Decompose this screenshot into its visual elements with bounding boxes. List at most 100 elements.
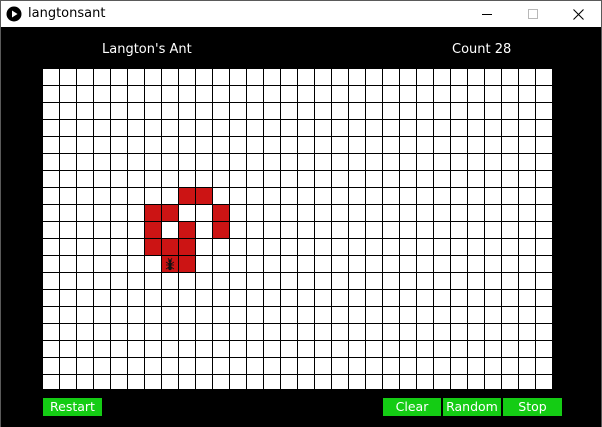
grid-cell[interactable]: [450, 340, 468, 358]
grid-cell[interactable]: [535, 374, 553, 390]
grid-cell[interactable]: [59, 289, 77, 307]
grid-cell[interactable]: [59, 255, 77, 273]
grid-cell[interactable]: [467, 68, 485, 86]
grid-cell[interactable]: [331, 340, 349, 358]
grid-cell[interactable]: [450, 238, 468, 256]
grid-cell[interactable]: [59, 323, 77, 341]
filled-cell[interactable]: [144, 221, 162, 239]
grid-cell[interactable]: [535, 85, 553, 103]
grid-cell[interactable]: [501, 272, 519, 290]
grid-cell[interactable]: [263, 102, 281, 120]
grid-cell[interactable]: [467, 204, 485, 222]
grid-cell[interactable]: [59, 340, 77, 358]
grid-cell[interactable]: [42, 170, 60, 188]
ant-grid[interactable]: [41, 67, 553, 389]
grid-cell[interactable]: [42, 374, 60, 390]
grid-cell[interactable]: [93, 221, 111, 239]
grid-cell[interactable]: [535, 204, 553, 222]
grid-cell[interactable]: [382, 102, 400, 120]
grid-cell[interactable]: [42, 119, 60, 137]
grid-cell[interactable]: [246, 255, 264, 273]
grid-cell[interactable]: [518, 255, 536, 273]
grid-cell[interactable]: [433, 323, 451, 341]
grid-cell[interactable]: [93, 102, 111, 120]
grid-cell[interactable]: [195, 374, 213, 390]
grid-cell[interactable]: [59, 136, 77, 154]
grid-cell[interactable]: [518, 238, 536, 256]
grid-cell[interactable]: [246, 306, 264, 324]
grid-cell[interactable]: [246, 272, 264, 290]
grid-cell[interactable]: [518, 323, 536, 341]
grid-cell[interactable]: [110, 357, 128, 375]
grid-cell[interactable]: [399, 374, 417, 390]
grid-cell[interactable]: [348, 221, 366, 239]
grid-cell[interactable]: [348, 255, 366, 273]
grid-cell[interactable]: [263, 136, 281, 154]
grid-cell[interactable]: [314, 340, 332, 358]
grid-cell[interactable]: [263, 153, 281, 171]
grid-cell[interactable]: [280, 85, 298, 103]
grid-cell[interactable]: [331, 85, 349, 103]
grid-cell[interactable]: [280, 374, 298, 390]
grid-cell[interactable]: [93, 357, 111, 375]
grid-cell[interactable]: [297, 102, 315, 120]
grid-cell[interactable]: [229, 221, 247, 239]
grid-cell[interactable]: [297, 204, 315, 222]
maximize-button[interactable]: [510, 1, 556, 27]
grid-cell[interactable]: [263, 170, 281, 188]
grid-cell[interactable]: [144, 272, 162, 290]
grid-cell[interactable]: [484, 255, 502, 273]
grid-cell[interactable]: [212, 306, 230, 324]
grid-cell[interactable]: [195, 255, 213, 273]
grid-cell[interactable]: [161, 272, 179, 290]
grid-cell[interactable]: [263, 204, 281, 222]
grid-cell[interactable]: [229, 119, 247, 137]
grid-cell[interactable]: [42, 102, 60, 120]
grid-cell[interactable]: [280, 306, 298, 324]
grid-cell[interactable]: [467, 272, 485, 290]
grid-cell[interactable]: [314, 306, 332, 324]
grid-cell[interactable]: [297, 374, 315, 390]
grid-cell[interactable]: [161, 357, 179, 375]
grid-cell[interactable]: [399, 289, 417, 307]
grid-cell[interactable]: [501, 306, 519, 324]
grid-cell[interactable]: [535, 306, 553, 324]
grid-cell[interactable]: [127, 187, 145, 205]
grid-cell[interactable]: [59, 170, 77, 188]
grid-cell[interactable]: [467, 323, 485, 341]
grid-cell[interactable]: [212, 255, 230, 273]
grid-cell[interactable]: [331, 221, 349, 239]
grid-cell[interactable]: [127, 102, 145, 120]
grid-cell[interactable]: [246, 374, 264, 390]
grid-cell[interactable]: [178, 272, 196, 290]
grid-cell[interactable]: [59, 306, 77, 324]
grid-cell[interactable]: [501, 323, 519, 341]
grid-cell[interactable]: [314, 68, 332, 86]
grid-cell[interactable]: [280, 272, 298, 290]
grid-cell[interactable]: [144, 255, 162, 273]
grid-cell[interactable]: [161, 221, 179, 239]
grid-cell[interactable]: [484, 170, 502, 188]
grid-cell[interactable]: [178, 153, 196, 171]
grid-cell[interactable]: [535, 119, 553, 137]
grid-cell[interactable]: [297, 68, 315, 86]
grid-cell[interactable]: [501, 119, 519, 137]
grid-cell[interactable]: [127, 119, 145, 137]
grid-cell[interactable]: [365, 289, 383, 307]
grid-cell[interactable]: [246, 340, 264, 358]
grid-cell[interactable]: [42, 306, 60, 324]
grid-cell[interactable]: [518, 289, 536, 307]
grid-cell[interactable]: [365, 238, 383, 256]
grid-cell[interactable]: [42, 221, 60, 239]
grid-cell[interactable]: [195, 357, 213, 375]
grid-cell[interactable]: [161, 340, 179, 358]
grid-cell[interactable]: [501, 357, 519, 375]
grid-cell[interactable]: [195, 238, 213, 256]
grid-cell[interactable]: [501, 238, 519, 256]
grid-cell[interactable]: [246, 357, 264, 375]
grid-cell[interactable]: [331, 68, 349, 86]
grid-cell[interactable]: [127, 272, 145, 290]
grid-cell[interactable]: [280, 238, 298, 256]
grid-cell[interactable]: [416, 238, 434, 256]
grid-cell[interactable]: [127, 289, 145, 307]
